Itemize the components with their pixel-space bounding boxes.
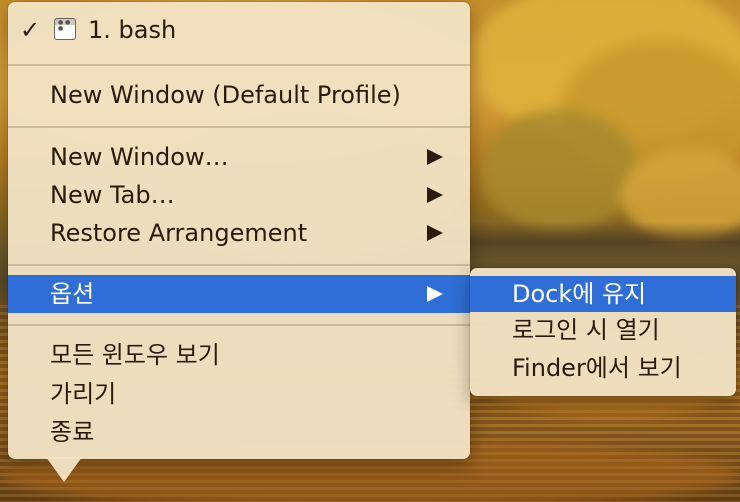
terminal-window-icon: ● ● ● [54,18,76,40]
menu-separator [8,324,470,326]
submenu-arrow-icon [427,286,443,302]
menu-item-show-all-windows[interactable]: 모든 윈도우 보기 [8,336,470,374]
menu-item-label: 가리기 [50,380,117,408]
checkmark-icon: ✓ [20,16,41,44]
menu-item-restore-arrangement[interactable]: Restore Arrangement [8,214,470,252]
menu-item-label: New Window… [50,143,229,171]
menu-separator [8,126,470,128]
submenu-item-keep-in-dock[interactable]: Dock에 유지 [470,276,736,312]
menu-item-new-window-default-profile[interactable]: New Window (Default Profile) [8,76,470,114]
submenu-item-label: Finder에서 보기 [512,354,682,382]
submenu-item-show-in-finder[interactable]: Finder에서 보기 [470,350,736,386]
submenu-item-open-at-login[interactable]: 로그인 시 열기 [470,312,736,348]
menu-separator [8,264,470,266]
menu-separator [8,64,470,66]
menu-item-new-tab[interactable]: New Tab… [8,176,470,214]
menu-item-current-window[interactable]: ✓ ● ● ● 1. bash [8,11,470,49]
submenu-item-label: 로그인 시 열기 [512,316,660,344]
options-submenu: Dock에 유지 로그인 시 열기 Finder에서 보기 [470,268,736,396]
submenu-arrow-icon [427,149,443,165]
menu-item-new-window[interactable]: New Window… [8,138,470,176]
menu-item-hide[interactable]: 가리기 [8,375,470,413]
menu-item-label: 옵션 [50,280,95,308]
submenu-item-label: Dock에 유지 [512,280,647,308]
submenu-arrow-icon [427,225,443,241]
menu-item-label: New Tab… [50,181,175,209]
menu-item-quit[interactable]: 종료 [8,413,470,451]
dock-context-menu: ✓ ● ● ● 1. bash New Window (Default Prof… [8,2,470,459]
menu-item-label: Restore Arrangement [50,219,308,247]
menu-item-label: 1. bash [88,16,177,44]
submenu-arrow-icon [427,187,443,203]
menu-pointer-arrow [46,457,82,482]
menu-item-label: 모든 윈도우 보기 [50,341,220,369]
menu-item-options[interactable]: 옵션 [8,275,470,313]
menu-item-label: New Window (Default Profile) [50,81,401,109]
menu-item-label: 종료 [50,418,95,446]
